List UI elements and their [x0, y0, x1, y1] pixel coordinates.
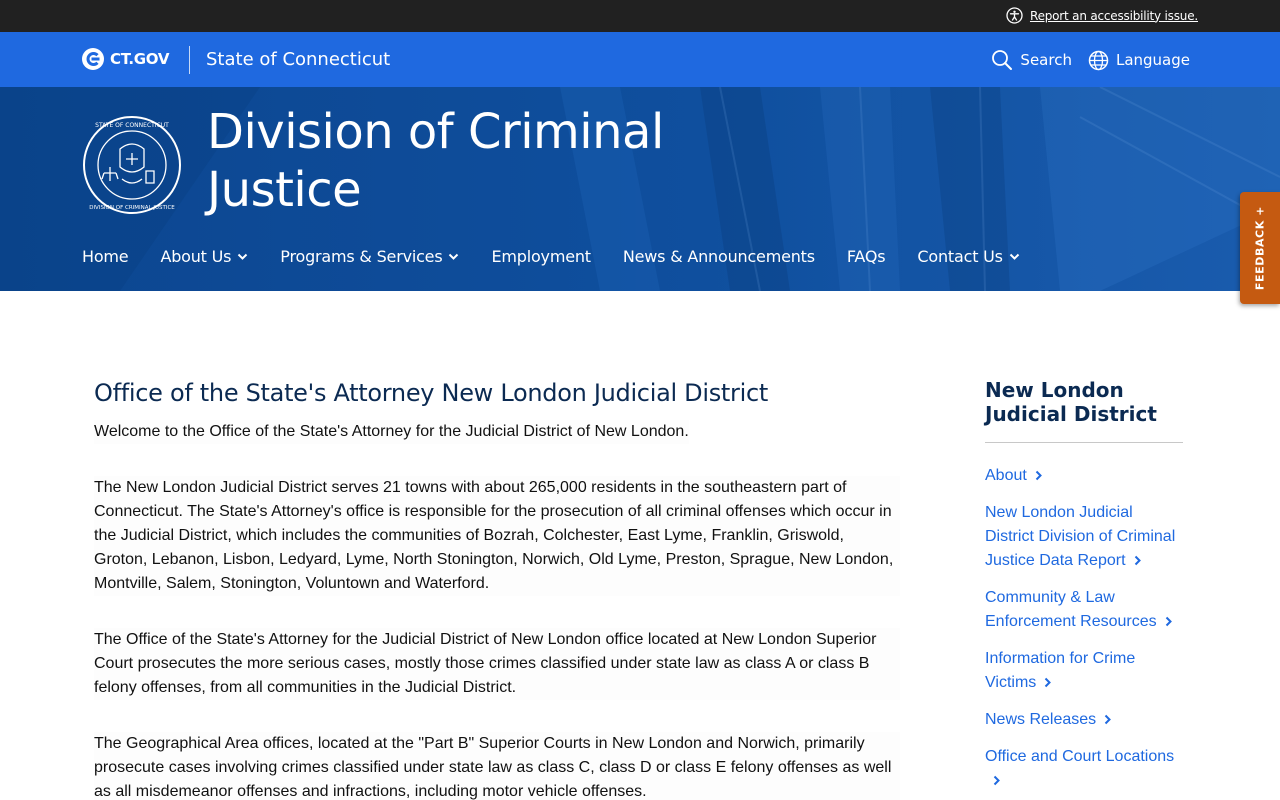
nav-home-label: Home: [82, 247, 129, 266]
chevron-right-icon: [1045, 677, 1052, 688]
nav-faqs[interactable]: FAQs: [847, 247, 886, 266]
sidebar-link-label: Office and Court Locations: [985, 748, 1175, 765]
svg-text:STATE OF CONNECTICUT: STATE OF CONNECTICUT: [95, 122, 169, 129]
sidebar-link-label: About: [985, 467, 1027, 484]
language-label: Language: [1115, 51, 1190, 69]
ctgov-header: CT.GOV State of Connecticut Search Langu…: [0, 32, 1280, 87]
globe-icon: [1088, 50, 1109, 70]
state-name-link[interactable]: State of Connecticut: [206, 49, 390, 70]
header-tools: Search Language: [991, 49, 1190, 71]
feedback-label: FEEDBACK +: [1253, 205, 1267, 291]
sidebar-link-crime-victims[interactable]: Information for Crime Victims: [985, 647, 1183, 695]
agency-title-line2: Justice: [207, 162, 362, 218]
nav-faqs-label: FAQs: [846, 247, 886, 266]
chevron-down-icon: [449, 253, 459, 260]
ga-offices-paragraph: The Geographical Area offices, located a…: [94, 732, 900, 800]
accessibility-report[interactable]: Report an accessibility issue.: [1006, 7, 1198, 24]
district-paragraph: The New London Judicial District serves …: [94, 476, 900, 596]
agency-title-line1: Division of Criminal: [207, 104, 664, 160]
sidebar-link-about[interactable]: About: [985, 464, 1183, 488]
search-icon: [992, 50, 1013, 70]
svg-text:DIVISION OF CRIMINAL JUSTICE: DIVISION OF CRIMINAL JUSTICE: [89, 205, 175, 211]
sidebar-link-data-report[interactable]: New London Judicial District Division of…: [985, 501, 1183, 573]
ctgov-logo[interactable]: CT.GOV: [82, 48, 169, 70]
agency-title[interactable]: Division of Criminal Justice: [207, 103, 727, 219]
chevron-right-icon: [1035, 470, 1042, 481]
nav-contact-us-label: Contact Us: [917, 247, 1003, 266]
nav-about-us[interactable]: About Us: [160, 247, 248, 266]
accessibility-icon: [1006, 7, 1023, 24]
ctgov-logo-text: CT.GOV: [110, 50, 170, 68]
sidebar-link-court-locations[interactable]: Office and Court Locations: [985, 745, 1183, 793]
chevron-down-icon: [1009, 253, 1020, 260]
nav-contact-us[interactable]: Contact Us: [917, 247, 1020, 266]
search-label: Search: [1020, 51, 1072, 69]
sidebar-link-label: Information for Crime Victims: [985, 650, 1136, 691]
nav-programs-services[interactable]: Programs & Services: [280, 247, 459, 266]
main-navigation: Home About Us Programs & Services Employ…: [82, 247, 1052, 266]
nav-employment-label: Employment: [491, 247, 591, 266]
nav-news-announcements[interactable]: News & Announcements: [623, 247, 815, 266]
page-title: Office of the State's Attorney New Londo…: [94, 379, 768, 407]
feedback-tab[interactable]: FEEDBACK +: [1240, 192, 1280, 304]
language-button[interactable]: Language: [1088, 50, 1190, 71]
utility-bar: Report an accessibility issue.: [0, 0, 1280, 32]
nav-about-us-label: About Us: [160, 247, 232, 266]
ctgov-logo-icon: [82, 48, 104, 70]
sidebar-links: About New London Judicial District Divis…: [985, 464, 1183, 793]
chevron-right-icon: [993, 775, 1000, 786]
header-divider: [189, 46, 190, 74]
sidebar-title: New London Judicial District: [985, 378, 1183, 443]
sidebar-link-label: News Releases: [985, 711, 1097, 728]
main-content: Office of the State's Attorney New Londo…: [94, 378, 900, 800]
nav-programs-services-label: Programs & Services: [280, 247, 443, 266]
search-button[interactable]: Search: [991, 49, 1072, 71]
sidebar-link-news-releases[interactable]: News Releases: [985, 708, 1183, 732]
sidebar: New London Judicial District About New L…: [985, 378, 1183, 800]
office-paragraph: The Office of the State's Attorney for t…: [94, 628, 900, 700]
chevron-right-icon: [1104, 714, 1112, 725]
chevron-right-icon: [1134, 555, 1141, 566]
chevron-right-icon: [1165, 616, 1172, 627]
nav-news-announcements-label: News & Announcements: [622, 247, 815, 266]
accessibility-link[interactable]: Report an accessibility issue.: [1030, 9, 1198, 23]
agency-hero: STATE OF CONNECTICUT DIVISION OF CRIMINA…: [0, 87, 1280, 291]
agency-seal-logo: STATE OF CONNECTICUT DIVISION OF CRIMINA…: [83, 116, 181, 214]
intro-paragraph: Welcome to the Office of the State's Att…: [94, 420, 689, 444]
sidebar-link-label: New London Judicial District Division of…: [985, 504, 1176, 569]
sidebar-link-community-resources[interactable]: Community & Law Enforcement Resources: [985, 586, 1183, 634]
chevron-down-icon: [238, 253, 248, 260]
nav-home[interactable]: Home: [82, 247, 129, 266]
nav-employment[interactable]: Employment: [491, 247, 591, 266]
sidebar-link-label: Community & Law Enforcement Resources: [985, 589, 1157, 630]
